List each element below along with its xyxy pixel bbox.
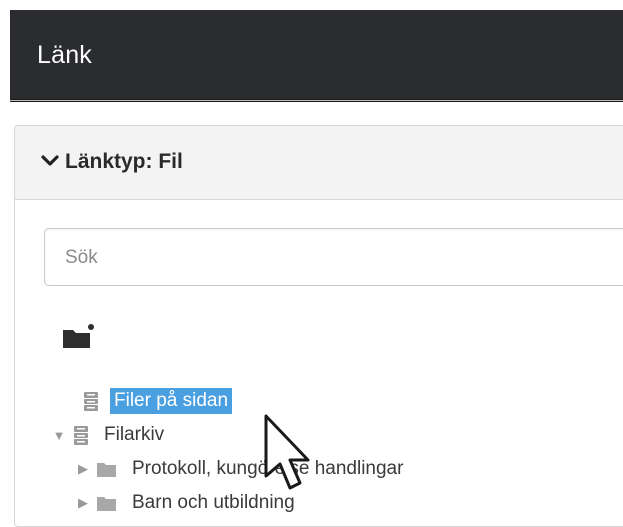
chevron-down-icon: [41, 155, 59, 166]
tree-node-protocols[interactable]: ▶ Protokoll, kungörelse handlingar: [76, 458, 403, 480]
search-box[interactable]: [44, 228, 623, 286]
tree-node-label[interactable]: Filarkiv: [104, 424, 164, 446]
server-icon: [74, 426, 88, 445]
server-icon: [84, 392, 98, 411]
titlebar-divider: [10, 100, 623, 101]
dialog-title: Länk: [37, 41, 93, 69]
tree-node-label[interactable]: Filer på sidan: [110, 388, 233, 414]
tree-toggle-empty: [62, 394, 76, 408]
mouse-cursor-icon: [264, 414, 310, 490]
expand-triangle-icon[interactable]: ▶: [76, 461, 90, 476]
dialog-titlebar: Länk: [10, 10, 623, 102]
folder-icon: [97, 497, 116, 511]
tree-node-files-on-page[interactable]: Filer på sidan: [62, 388, 233, 414]
folder-icon: [97, 463, 116, 477]
panel-heading-label: Länktyp: Fil: [65, 150, 183, 173]
new-folder-icon[interactable]: [60, 320, 96, 352]
expand-triangle-icon[interactable]: ▶: [76, 495, 90, 510]
tree-node-file-archive[interactable]: ▼ Filarkiv: [52, 424, 164, 446]
search-input[interactable]: [63, 243, 567, 273]
collapse-triangle-icon[interactable]: ▼: [52, 428, 66, 443]
panel-heading[interactable]: Länktyp: Fil: [15, 126, 623, 200]
